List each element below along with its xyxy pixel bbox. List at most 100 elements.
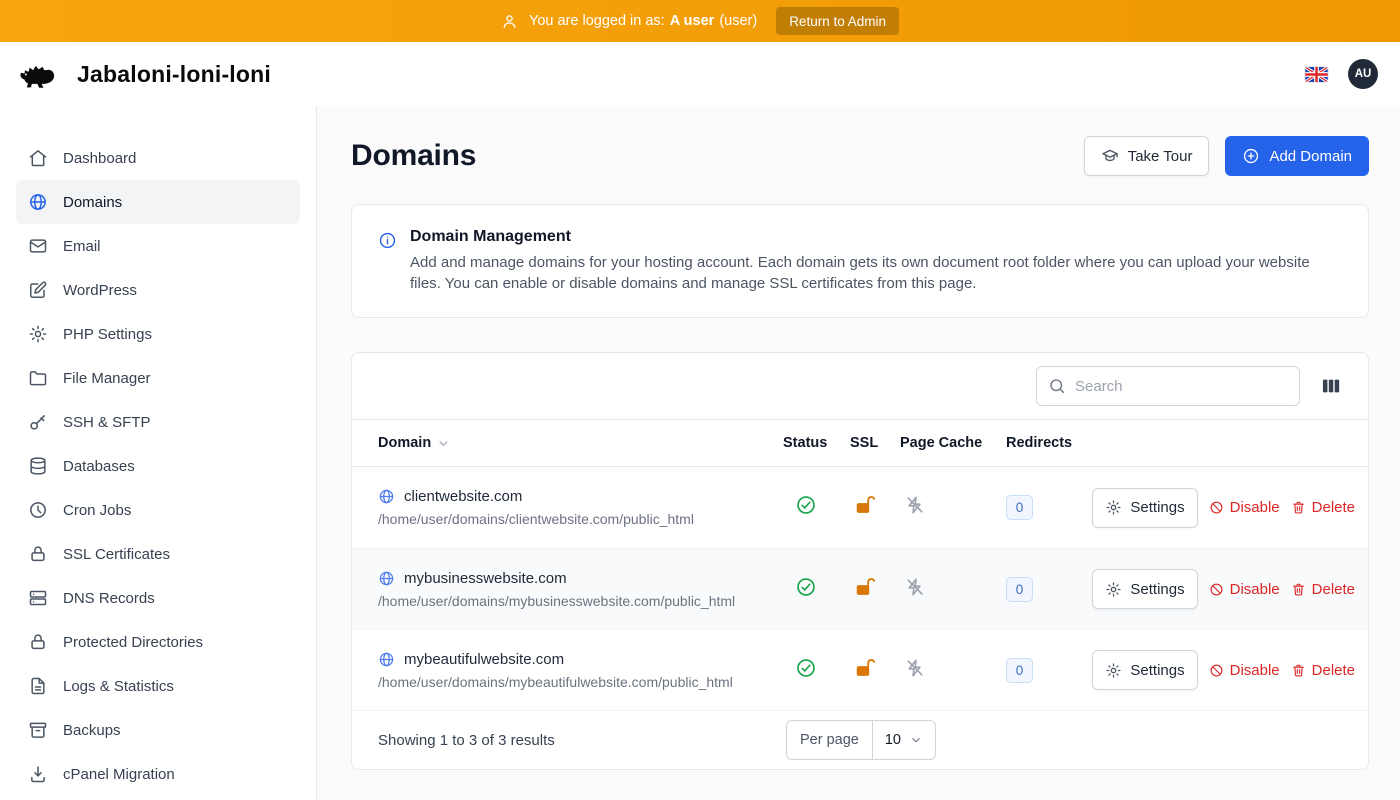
per-page-control: Per page 10 — [786, 720, 936, 760]
clock-icon — [28, 500, 48, 520]
ssl-unlocked-icon[interactable] — [854, 657, 876, 679]
page-cache-off-icon[interactable] — [904, 494, 926, 516]
info-card-description: Add and manage domains for your hosting … — [410, 253, 1340, 294]
sidebar-item-email[interactable]: Email — [16, 224, 300, 268]
status-active-icon — [795, 657, 817, 679]
sidebar-item-protected-directories[interactable]: Protected Directories — [16, 620, 300, 664]
add-domain-button[interactable]: Add Domain — [1225, 136, 1369, 176]
settings-label: Settings — [1130, 581, 1184, 598]
sidebar-item-ssh-sftp[interactable]: SSH & SFTP — [16, 400, 300, 444]
domain-name[interactable]: mybeautifulwebsite.com — [404, 651, 564, 668]
add-domain-label: Add Domain — [1269, 148, 1352, 165]
disable-button[interactable]: Disable — [1209, 499, 1280, 516]
sidebar-item-label: DNS Records — [63, 590, 155, 607]
brand-name: Jabaloni-loni-loni — [77, 61, 271, 88]
page-title: Domains — [351, 139, 476, 173]
app-header: Jabaloni-loni-loni AU — [0, 42, 1400, 106]
sidebar-item-label: Domains — [63, 194, 122, 211]
table-toolbar — [352, 353, 1368, 419]
sidebar-item-databases[interactable]: Databases — [16, 444, 300, 488]
columns-icon — [1320, 375, 1342, 397]
sidebar-item-dashboard[interactable]: Dashboard — [16, 136, 300, 180]
sidebar-item-logs-statistics[interactable]: Logs & Statistics — [16, 664, 300, 708]
sidebar-item-label: Logs & Statistics — [63, 678, 174, 695]
sidebar-item-ssl-certificates[interactable]: SSL Certificates — [16, 532, 300, 576]
per-page-label: Per page — [787, 721, 872, 759]
trash-icon — [1291, 582, 1306, 597]
sidebar-item-label: File Manager — [63, 370, 151, 387]
globe-icon — [378, 651, 395, 668]
per-page-value: 10 — [885, 732, 901, 748]
disable-label: Disable — [1230, 662, 1280, 679]
folder-icon — [28, 368, 48, 388]
settings-label: Settings — [1130, 662, 1184, 679]
redirects-count-badge[interactable]: 0 — [1006, 495, 1033, 520]
banner-user-role: (user) — [719, 13, 757, 29]
status-active-icon — [795, 494, 817, 516]
ssl-unlocked-icon[interactable] — [854, 494, 876, 516]
settings-button[interactable]: Settings — [1092, 488, 1197, 528]
page-cache-off-icon[interactable] — [904, 576, 926, 598]
return-to-admin-button[interactable]: Return to Admin — [776, 7, 899, 35]
per-page-select[interactable]: 10 — [872, 721, 935, 759]
impersonation-message: You are logged in as: A user (user) — [529, 13, 757, 29]
impersonation-banner: You are logged in as: A user (user) Retu… — [0, 0, 1400, 42]
sidebar-item-cpanel-migration[interactable]: cPanel Migration — [16, 752, 300, 796]
boar-logo-icon — [16, 57, 64, 92]
column-header-page-cache: Page Cache — [900, 435, 982, 451]
gear-icon — [1105, 499, 1122, 516]
take-tour-button[interactable]: Take Tour — [1084, 136, 1210, 176]
delete-label: Delete — [1312, 662, 1355, 679]
uk-flag-icon[interactable] — [1305, 67, 1328, 82]
disable-button[interactable]: Disable — [1209, 662, 1280, 679]
domain-name[interactable]: clientwebsite.com — [404, 488, 522, 505]
user-avatar[interactable]: AU — [1348, 59, 1378, 89]
sidebar-item-label: SSH & SFTP — [63, 414, 151, 431]
table-footer: Showing 1 to 3 of 3 results Per page 10 — [352, 710, 1368, 769]
sort-chevron-icon[interactable] — [436, 436, 451, 451]
status-active-icon — [795, 576, 817, 598]
gear-icon — [1105, 662, 1122, 679]
sidebar-item-domains[interactable]: Domains — [16, 180, 300, 224]
info-card-title: Domain Management — [410, 228, 1340, 246]
sidebar-item-backups[interactable]: Backups — [16, 708, 300, 752]
sidebar-item-php-settings[interactable]: PHP Settings — [16, 312, 300, 356]
domain-row: mybusinesswebsite.com /home/user/domains… — [352, 548, 1368, 629]
sidebar-item-cron-jobs[interactable]: Cron Jobs — [16, 488, 300, 532]
trash-icon — [1291, 500, 1306, 515]
page-cache-off-icon[interactable] — [904, 657, 926, 679]
search-box — [1036, 366, 1300, 406]
main-content: Domains Take Tour Add Domain Domain Mana… — [317, 106, 1400, 800]
column-header-ssl: SSL — [850, 435, 878, 451]
domain-row: mybeautifulwebsite.com /home/user/domain… — [352, 629, 1368, 710]
domain-path: /home/user/domains/clientwebsite.com/pub… — [378, 511, 783, 527]
sidebar-item-label: Databases — [63, 458, 135, 475]
delete-label: Delete — [1312, 581, 1355, 598]
delete-button[interactable]: Delete — [1291, 499, 1355, 516]
download-icon — [28, 764, 48, 784]
sidebar-item-dns-records[interactable]: DNS Records — [16, 576, 300, 620]
domain-name[interactable]: mybusinesswebsite.com — [404, 570, 567, 587]
settings-button[interactable]: Settings — [1092, 569, 1197, 609]
brand[interactable]: Jabaloni-loni-loni — [16, 57, 271, 92]
tour-cap-icon — [1101, 147, 1119, 165]
search-input[interactable] — [1036, 366, 1300, 406]
column-header-status: Status — [783, 435, 827, 451]
sidebar-item-label: WordPress — [63, 282, 137, 299]
globe-icon — [378, 570, 395, 587]
ssl-unlocked-icon[interactable] — [854, 576, 876, 598]
delete-button[interactable]: Delete — [1291, 662, 1355, 679]
sidebar-item-label: Dashboard — [63, 150, 136, 167]
disable-button[interactable]: Disable — [1209, 581, 1280, 598]
redirects-count-badge[interactable]: 0 — [1006, 658, 1033, 683]
settings-button[interactable]: Settings — [1092, 650, 1197, 690]
disable-label: Disable — [1230, 499, 1280, 516]
trash-icon — [1291, 663, 1306, 678]
lock-icon — [28, 632, 48, 652]
delete-button[interactable]: Delete — [1291, 581, 1355, 598]
disable-label: Disable — [1230, 581, 1280, 598]
redirects-count-badge[interactable]: 0 — [1006, 577, 1033, 602]
sidebar-item-file-manager[interactable]: File Manager — [16, 356, 300, 400]
sidebar-item-wordpress[interactable]: WordPress — [16, 268, 300, 312]
column-settings-button[interactable] — [1316, 371, 1346, 401]
